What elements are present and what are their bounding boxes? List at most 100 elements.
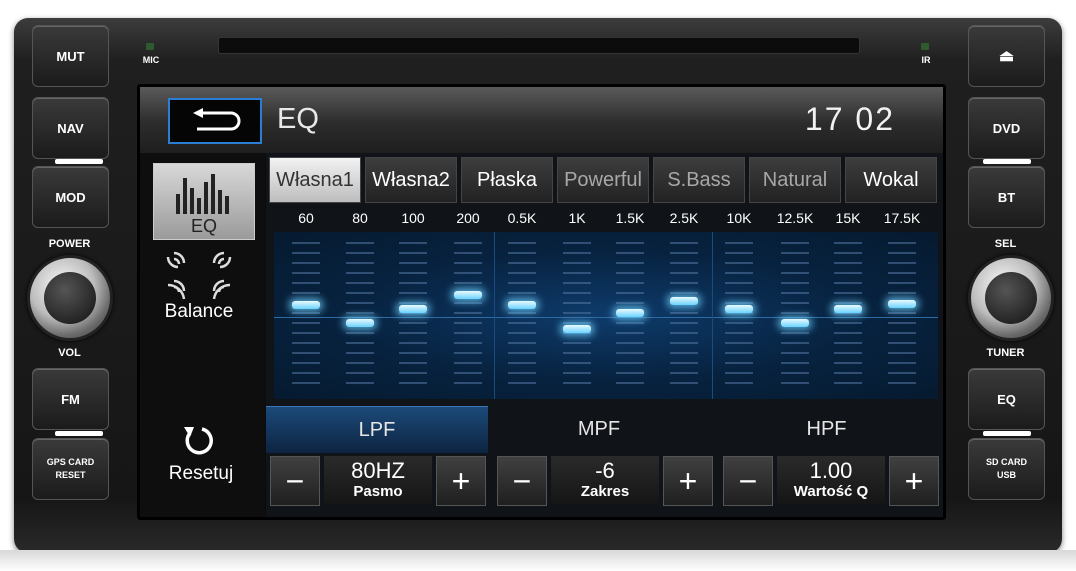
slider-tick	[454, 352, 482, 354]
slider-tick	[399, 282, 427, 284]
frequency-label: 60	[298, 210, 314, 226]
nav-button[interactable]: NAV	[32, 97, 109, 159]
disc-slot	[218, 37, 860, 54]
slider-tick	[781, 362, 809, 364]
slider-tick	[508, 322, 536, 324]
slider-tick	[888, 332, 916, 334]
band-slider-handle[interactable]	[725, 305, 753, 314]
band-slider-handle[interactable]	[454, 291, 482, 300]
increase-button[interactable]: +	[436, 456, 486, 506]
slider-tick	[454, 342, 482, 344]
slider-tick	[346, 252, 374, 254]
equalizer-graph[interactable]	[274, 232, 938, 399]
dvd-button[interactable]: DVD	[968, 97, 1045, 159]
slider-tick	[888, 282, 916, 284]
eject-button[interactable]: ⏏	[968, 25, 1045, 87]
mut-button[interactable]: MUT	[32, 25, 109, 87]
mod-button[interactable]: MOD	[32, 166, 109, 228]
slider-tick	[888, 252, 916, 254]
eq-hw-button[interactable]: EQ	[968, 368, 1045, 430]
value-text: -6	[595, 458, 615, 483]
slider-tick	[563, 282, 591, 284]
unit-reflection	[0, 550, 1076, 571]
gps-card-reset-button[interactable]: GPS CARD RESET	[32, 438, 109, 500]
preset-button[interactable]: Własna1	[269, 157, 361, 203]
slider-tick	[454, 362, 482, 364]
slider-tick	[454, 382, 482, 384]
band-slider-handle[interactable]	[670, 296, 698, 305]
slider-tick	[670, 272, 698, 274]
preset-button[interactable]: Własna2	[365, 157, 457, 203]
slider-tick	[888, 272, 916, 274]
mod-label: MOD	[55, 189, 86, 205]
preset-button[interactable]: Natural	[749, 157, 841, 203]
slider-tick	[670, 242, 698, 244]
slider-tick	[725, 342, 753, 344]
slider-tick	[725, 302, 753, 304]
band-slider-handle[interactable]	[834, 305, 862, 314]
slider-tick	[346, 272, 374, 274]
sd-card-usb-button[interactable]: SD CARD USB	[968, 438, 1045, 500]
slider-tick	[399, 302, 427, 304]
dvd-label: DVD	[992, 120, 1021, 136]
sidebar: EQ Balance Resetuj	[140, 153, 265, 517]
slider-tick	[670, 352, 698, 354]
band-slider-handle[interactable]	[399, 305, 427, 314]
slider-tick	[616, 262, 644, 264]
band-slider-handle[interactable]	[563, 324, 591, 333]
slider-tick	[399, 352, 427, 354]
eq-mode-button[interactable]: EQ	[153, 163, 255, 240]
slider-tick	[563, 302, 591, 304]
slider-tick	[563, 382, 591, 384]
balance-button[interactable]	[166, 249, 236, 305]
frequency-label: 10K	[726, 210, 752, 226]
slider-tick	[725, 332, 753, 334]
slider-tick	[292, 352, 320, 354]
slider-tick	[346, 282, 374, 284]
volume-knob[interactable]	[27, 255, 113, 341]
slider-tick	[670, 262, 698, 264]
band-slider-handle[interactable]	[888, 299, 916, 308]
slider-tick	[670, 382, 698, 384]
increase-button[interactable]: +	[663, 456, 713, 506]
top-bar: EQ 17 02	[140, 87, 943, 153]
slider-tick	[616, 372, 644, 374]
slider-tick	[508, 312, 536, 314]
slider-tick	[346, 312, 374, 314]
slider-tick	[292, 382, 320, 384]
band-slider-handle[interactable]	[292, 301, 320, 309]
slider-tick	[346, 292, 374, 294]
increase-button[interactable]: +	[889, 456, 939, 506]
fm-label: FM	[61, 391, 80, 407]
reset-button[interactable]	[180, 423, 220, 459]
slider-tick	[725, 272, 753, 274]
slider-tick	[454, 322, 482, 324]
slider-tick	[781, 312, 809, 314]
slider-tick	[781, 352, 809, 354]
preset-button[interactable]: Płaska	[461, 157, 553, 203]
slider-tick	[888, 242, 916, 244]
sel-knob[interactable]	[968, 255, 1054, 341]
slider-tick	[725, 382, 753, 384]
band-slider-handle[interactable]	[616, 309, 644, 318]
preset-button[interactable]: S.Bass	[653, 157, 745, 203]
preset-button[interactable]: Powerful	[557, 157, 649, 203]
decrease-button[interactable]: −	[497, 456, 547, 506]
filter-tab[interactable]: LPF	[266, 406, 488, 453]
band-slider-handle[interactable]	[781, 319, 809, 328]
value-display: 1.00 Wartość Q	[777, 456, 885, 504]
slider-tick	[616, 382, 644, 384]
band-slider-handle[interactable]	[508, 301, 536, 309]
filter-tab[interactable]: HPF	[710, 406, 943, 452]
preset-button[interactable]: Wokal	[845, 157, 937, 203]
filter-tab[interactable]: MPF	[488, 406, 710, 452]
slider-tick	[563, 312, 591, 314]
band-slider-handle[interactable]	[346, 319, 374, 328]
slider-tick	[292, 242, 320, 244]
back-button[interactable]	[168, 98, 262, 144]
decrease-button[interactable]: −	[723, 456, 773, 506]
bt-button[interactable]: BT	[968, 166, 1045, 228]
fm-button[interactable]: FM	[32, 368, 109, 430]
page-title: EQ	[277, 103, 319, 135]
decrease-button[interactable]: −	[270, 456, 320, 506]
